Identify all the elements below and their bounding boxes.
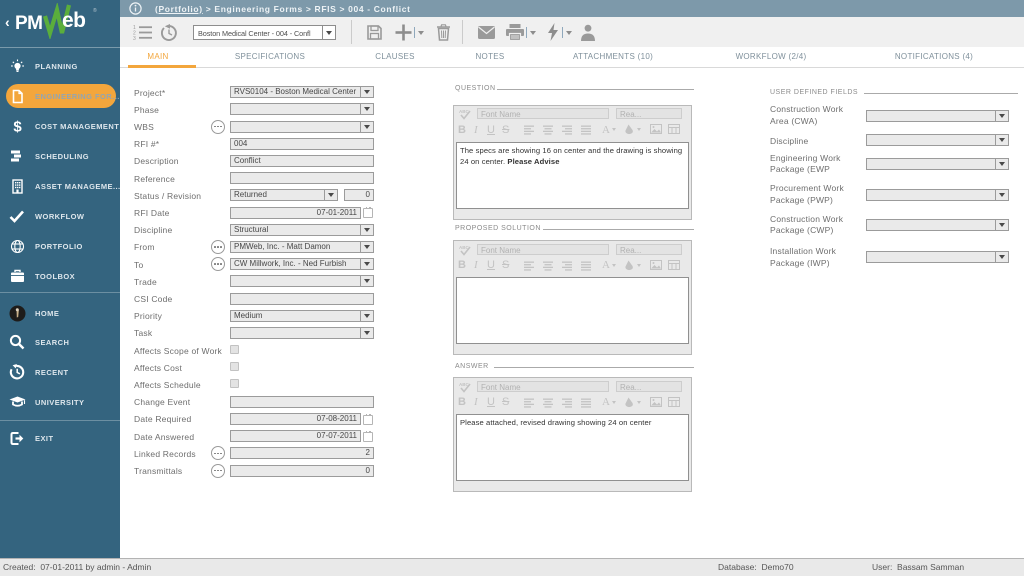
svg-text:$: $ <box>13 118 22 135</box>
svg-text:3: 3 <box>133 36 136 40</box>
